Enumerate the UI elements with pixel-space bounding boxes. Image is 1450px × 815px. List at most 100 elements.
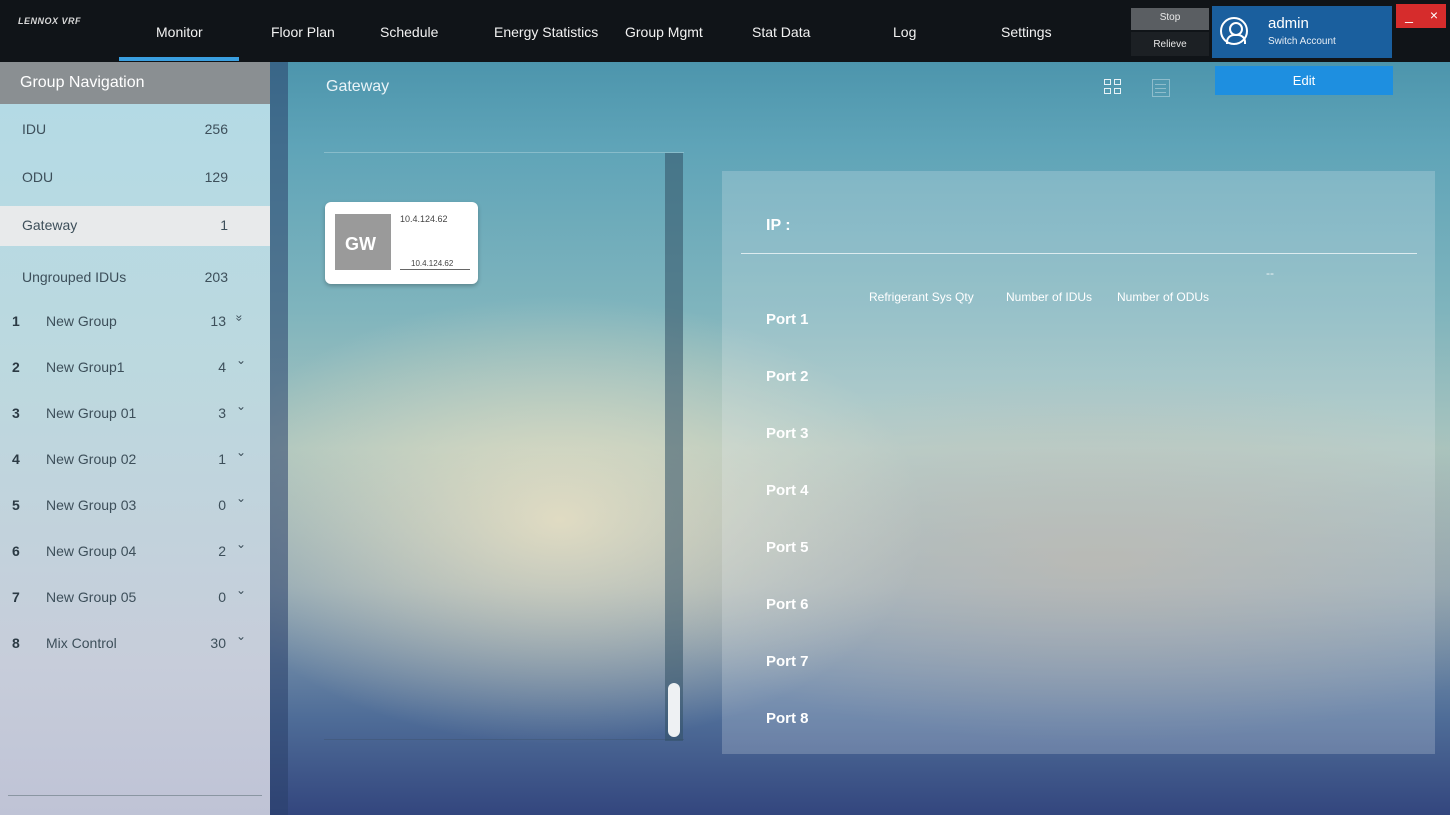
account-username: admin	[1268, 15, 1309, 32]
group-count: 13	[210, 313, 226, 329]
list-view-icon[interactable]	[1152, 79, 1170, 97]
port-1-label: Port 1	[766, 311, 809, 328]
account-panel[interactable]: admin Switch Account	[1212, 6, 1392, 58]
double-chevron-down-icon[interactable]: »	[232, 315, 246, 322]
group-count: 3	[218, 405, 226, 421]
group-count: 0	[218, 589, 226, 605]
chevron-down-icon[interactable]: ⌄	[236, 445, 246, 459]
port-3-label: Port 3	[766, 425, 809, 442]
user-avatar-icon	[1220, 17, 1248, 45]
chevron-down-icon[interactable]: ⌄	[236, 399, 246, 413]
group-number: 3	[12, 405, 20, 421]
tab-schedule[interactable]: Schedule	[380, 24, 438, 40]
group-number: 8	[12, 635, 20, 651]
minimize-button[interactable]: _	[1396, 4, 1422, 28]
chevron-down-icon[interactable]: ⌄	[236, 629, 246, 643]
grid-view-icon[interactable]	[1104, 79, 1122, 95]
tab-log[interactable]: Log	[893, 24, 916, 40]
sidebar-item-label: Gateway	[22, 217, 78, 233]
sidebar-group-6[interactable]: 6 New Group 04 2 ⌄	[0, 532, 270, 570]
group-label: New Group 02	[46, 451, 137, 467]
group-number: 7	[12, 589, 20, 605]
group-number: 4	[12, 451, 20, 467]
sidebar-item-label: Ungrouped IDUs	[22, 269, 127, 285]
tab-monitor[interactable]: Monitor	[156, 24, 203, 40]
port-8-label: Port 8	[766, 710, 809, 727]
group-count: 2	[218, 543, 226, 559]
group-label: New Group	[46, 313, 117, 329]
sidebar-item-label: IDU	[22, 121, 47, 137]
ip-value-placeholder: --	[1266, 266, 1274, 280]
sidebar-item-count: 256	[204, 121, 228, 137]
port-5-label: Port 5	[766, 539, 809, 556]
group-label: New Group 03	[46, 497, 137, 513]
tab-energy-statistics[interactable]: Energy Statistics	[494, 24, 598, 40]
switch-account-link[interactable]: Switch Account	[1268, 36, 1336, 47]
sidebar-group-8[interactable]: 8 Mix Control 30 ⌄	[0, 624, 270, 662]
tab-settings[interactable]: Settings	[1001, 24, 1052, 40]
group-navigation-sidebar: Group Navigation IDU 256 ODU 129 Gateway…	[0, 62, 270, 815]
group-count: 30	[210, 635, 226, 651]
active-tab-indicator	[119, 57, 239, 61]
gateway-icon: GW	[335, 214, 391, 270]
chevron-down-icon[interactable]: ⌄	[236, 353, 246, 367]
port-7-label: Port 7	[766, 653, 809, 670]
sidebar-item-count: 1	[220, 217, 228, 233]
sidebar-item-count: 203	[204, 269, 228, 285]
group-number: 5	[12, 497, 20, 513]
chevron-down-icon[interactable]: ⌄	[236, 537, 246, 551]
sidebar-title: Group Navigation	[0, 62, 270, 104]
sidebar-item-count: 129	[204, 169, 228, 185]
group-number: 2	[12, 359, 20, 375]
stop-button[interactable]: Stop	[1131, 8, 1209, 30]
column-header-refrigerant-sys-qty: Refrigerant Sys Qty	[869, 290, 974, 304]
edit-button[interactable]: Edit	[1215, 66, 1393, 95]
sidebar-divider	[8, 795, 262, 796]
scrollbar-track[interactable]	[665, 153, 683, 741]
group-count: 0	[218, 497, 226, 513]
chevron-down-icon[interactable]: ⌄	[236, 583, 246, 597]
gateway-ip: 10.4.124.62	[400, 214, 448, 224]
sidebar-group-1[interactable]: 1 New Group 13 »	[0, 302, 270, 340]
port-4-label: Port 4	[766, 482, 809, 499]
group-label: New Group 05	[46, 589, 137, 605]
group-label: New Group 04	[46, 543, 137, 559]
group-number: 1	[12, 313, 20, 329]
sidebar-item-idu[interactable]: IDU 256	[0, 110, 270, 148]
gateway-details-panel	[722, 171, 1435, 754]
sidebar-group-4[interactable]: 4 New Group 02 1 ⌄	[0, 440, 270, 478]
column-header-number-of-odus: Number of ODUs	[1117, 290, 1210, 304]
ip-label: IP :	[766, 217, 791, 234]
group-count: 4	[218, 359, 226, 375]
sidebar-group-5[interactable]: 5 New Group 03 0 ⌄	[0, 486, 270, 524]
close-button[interactable]: ×	[1422, 4, 1446, 28]
breadcrumb: Gateway	[326, 78, 390, 95]
tab-floor-plan[interactable]: Floor Plan	[271, 24, 335, 40]
sidebar-group-3[interactable]: 3 New Group 01 3 ⌄	[0, 394, 270, 432]
chevron-down-icon[interactable]: ⌄	[236, 491, 246, 505]
tab-group-mgmt[interactable]: Group Mgmt	[625, 24, 703, 40]
sidebar-item-odu[interactable]: ODU 129	[0, 158, 270, 196]
top-bar: LENNOX VRF Monitor Floor Plan Schedule E…	[0, 0, 1450, 62]
sidebar-item-gateway[interactable]: Gateway 1	[0, 206, 270, 246]
scrollbar-thumb[interactable]	[668, 683, 680, 737]
port-2-label: Port 2	[766, 368, 809, 385]
ip-divider	[741, 253, 1417, 254]
group-label: Mix Control	[46, 635, 117, 651]
sidebar-item-label: ODU	[22, 169, 54, 185]
column-header-number-of-idus: Number of IDUs	[1006, 290, 1093, 304]
tab-stat-data[interactable]: Stat Data	[752, 24, 810, 40]
group-number: 6	[12, 543, 20, 559]
gateway-name: 10.4.124.62	[411, 259, 454, 268]
relieve-button[interactable]: Relieve	[1131, 32, 1209, 56]
group-label: New Group 01	[46, 405, 137, 421]
sidebar-item-ungrouped-idus[interactable]: Ungrouped IDUs 203	[0, 258, 270, 296]
sidebar-group-2[interactable]: 2 New Group1 4 ⌄	[0, 348, 270, 386]
sidebar-group-7[interactable]: 7 New Group 05 0 ⌄	[0, 578, 270, 616]
port-6-label: Port 6	[766, 596, 809, 613]
gateway-card[interactable]: GW 10.4.124.62 10.4.124.62	[325, 202, 478, 284]
group-count: 1	[218, 451, 226, 467]
group-label: New Group1	[46, 359, 125, 375]
panel-separator	[270, 62, 288, 815]
gateway-name-underline	[400, 269, 470, 270]
